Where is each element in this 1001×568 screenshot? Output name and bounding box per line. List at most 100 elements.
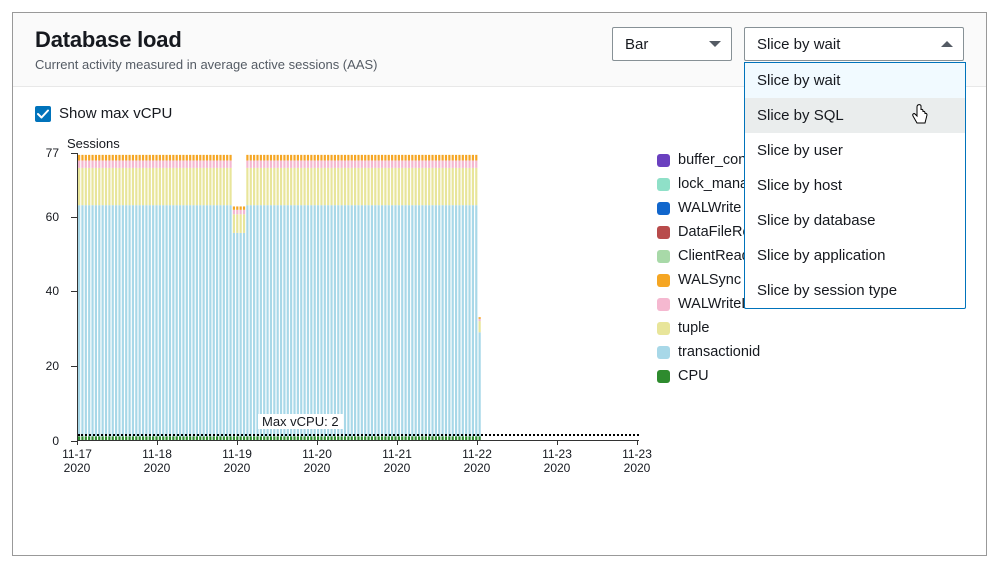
bar-segment	[458, 205, 460, 436]
slice-option[interactable]: Slice by database	[745, 203, 965, 238]
bar-segment	[421, 160, 423, 167]
bar-segment	[391, 205, 393, 436]
bar-segment	[384, 205, 386, 436]
bar-segment	[438, 168, 440, 205]
legend-item[interactable]: CPU	[657, 364, 964, 388]
bar-segment	[273, 155, 275, 161]
bar-segment	[243, 214, 245, 233]
bar-segment	[337, 205, 339, 436]
bar-segment	[169, 160, 171, 167]
bar-segment	[317, 436, 319, 440]
bar-segment	[223, 205, 225, 436]
legend-swatch	[657, 298, 670, 311]
legend-item[interactable]: transactionid	[657, 340, 964, 364]
bar-segment	[452, 160, 454, 167]
bar-segment	[428, 436, 430, 440]
bar-segment	[418, 168, 420, 205]
bar-segment	[115, 205, 117, 436]
bar-segment	[347, 205, 349, 436]
bar-segment	[240, 214, 242, 233]
bar-segment	[162, 160, 164, 167]
bar-segment	[317, 168, 319, 205]
pointer-cursor-icon	[911, 104, 929, 131]
bar-segment	[186, 205, 188, 436]
bar-segment	[229, 168, 231, 205]
bar-segment	[139, 205, 141, 436]
bar-segment	[186, 436, 188, 440]
bar-segment	[367, 168, 369, 205]
bar-segment	[155, 436, 157, 440]
bar-segment	[189, 155, 191, 161]
bar-segment	[431, 436, 433, 440]
bar-segment	[199, 168, 201, 205]
bar-segment	[196, 168, 198, 205]
slice-label: Slice by wait	[757, 36, 840, 53]
slice-option[interactable]: Slice by session type	[745, 273, 965, 308]
bar-segment	[128, 155, 130, 161]
bar-segment	[475, 155, 477, 161]
slice-option[interactable]: Slice by wait	[745, 63, 965, 98]
bar-segment	[458, 436, 460, 440]
bar-segment	[401, 436, 403, 440]
bar-segment	[334, 436, 336, 440]
bar-segment	[341, 205, 343, 436]
bar-segment	[472, 205, 474, 436]
y-tick-mark	[71, 153, 77, 154]
bar-segment	[421, 168, 423, 205]
bar-segment	[378, 160, 380, 167]
bar-segment	[411, 155, 413, 161]
bar-segment	[364, 155, 366, 161]
bar-segment	[330, 436, 332, 440]
bar-segment	[442, 436, 444, 440]
bar-segment	[428, 160, 430, 167]
bar-segment	[240, 206, 242, 209]
bar-segment	[357, 155, 359, 161]
bar-segment	[213, 168, 215, 205]
bar-segment	[475, 160, 477, 167]
bar-segment	[367, 160, 369, 167]
bar-segment	[125, 205, 127, 436]
bar-segment	[401, 168, 403, 205]
bar-segment	[260, 160, 262, 167]
bar-segment	[132, 205, 134, 436]
bar-segment	[354, 160, 356, 167]
legend-item[interactable]: tuple	[657, 316, 964, 340]
bar-segment	[145, 168, 147, 205]
bar-segment	[132, 155, 134, 161]
bar-segment	[250, 205, 252, 436]
bar-segment	[371, 436, 373, 440]
chart-type-select[interactable]: Bar	[612, 27, 732, 61]
bar-segment	[223, 436, 225, 440]
bar-segment	[270, 155, 272, 161]
slice-option[interactable]: Slice by user	[745, 133, 965, 168]
bar-segment	[293, 205, 295, 436]
bar-segment	[125, 160, 127, 167]
bar-segment	[152, 168, 154, 205]
y-tick-label: 77	[46, 146, 59, 160]
bar-segment	[250, 155, 252, 161]
bar-segment	[118, 436, 120, 440]
bar-segment	[337, 436, 339, 440]
bar-segment	[388, 168, 390, 205]
bar-segment	[270, 168, 272, 205]
bar-segment	[364, 436, 366, 440]
bar-segment	[448, 205, 450, 436]
bar-segment	[452, 436, 454, 440]
bar-segment	[270, 160, 272, 167]
slice-option[interactable]: Slice by application	[745, 238, 965, 273]
bar-segment	[361, 155, 363, 161]
bar-segment	[384, 160, 386, 167]
slice-select[interactable]: Slice by wait Slice by waitSlice by SQLS…	[744, 27, 964, 61]
bar-segment	[155, 168, 157, 205]
bar-segment	[199, 160, 201, 167]
bar-segment	[307, 155, 309, 161]
show-max-vcpu-checkbox[interactable]	[35, 106, 51, 122]
slice-option[interactable]: Slice by host	[745, 168, 965, 203]
bar-segment	[438, 205, 440, 436]
bar-segment	[455, 160, 457, 167]
bar-segment	[85, 436, 87, 440]
bar-segment	[287, 168, 289, 205]
bar-segment	[297, 160, 299, 167]
slice-option[interactable]: Slice by SQL	[745, 98, 965, 133]
bar-segment	[300, 160, 302, 167]
